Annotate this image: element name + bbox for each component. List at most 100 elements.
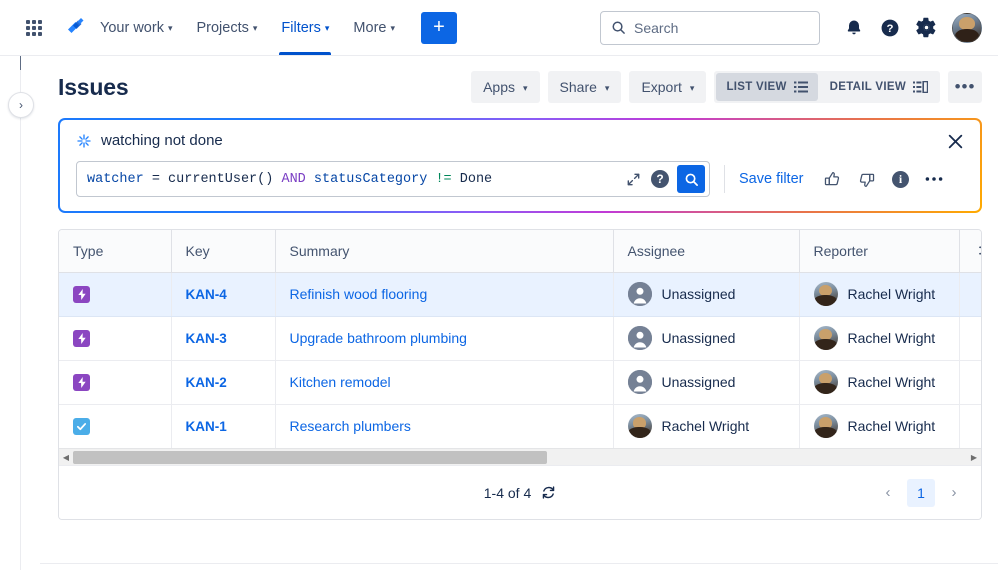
assignee-name: Unassigned: [662, 286, 736, 302]
global-search-box[interactable]: Search: [600, 11, 820, 45]
search-icon: [684, 172, 699, 187]
issue-key-link[interactable]: KAN-3: [186, 331, 227, 346]
column-header-reporter[interactable]: Reporter: [799, 230, 959, 272]
column-header-type[interactable]: Type: [59, 230, 171, 272]
refresh-button[interactable]: [541, 485, 556, 500]
view-toggle-group: LIST VIEW DETAIL VIEW: [714, 71, 940, 103]
bottom-divider: [40, 563, 998, 564]
nav-item-projects[interactable]: Projects ▾: [186, 1, 267, 55]
issue-summary-link[interactable]: Refinish wood flooring: [290, 286, 428, 302]
chevron-down-icon: ▾: [690, 84, 695, 93]
table-row[interactable]: KAN-1 Research plumbers Rachel Wright: [59, 404, 982, 448]
chevron-down-icon: ▾: [253, 24, 258, 33]
jira-logo-icon[interactable]: [62, 15, 88, 41]
cell-assignee: Unassigned: [613, 316, 799, 360]
expand-sidebar-button[interactable]: ›: [8, 92, 34, 118]
table-row[interactable]: KAN-4 Refinish wood flooring Unassigned: [59, 272, 982, 316]
reporter-person: Rachel Wright: [814, 326, 945, 350]
chevron-down-icon: ▾: [523, 84, 528, 93]
previous-page-button[interactable]: ‹: [875, 480, 901, 506]
issue-summary-link[interactable]: Research plumbers: [290, 418, 411, 434]
jql-query-input[interactable]: watcher = currentUser() AND statusCatego…: [87, 172, 615, 187]
epic-bolt-icon: [73, 330, 90, 347]
expand-diagonal-icon: [627, 173, 640, 186]
column-header-summary[interactable]: Summary: [275, 230, 613, 272]
pagination-nav: ‹ 1 ›: [875, 479, 967, 507]
user-avatar[interactable]: [952, 13, 982, 43]
column-settings-icon: [974, 241, 983, 260]
nav-item-your-work[interactable]: Your work ▾: [90, 1, 182, 55]
cell-key: KAN-3: [171, 316, 275, 360]
help-question-icon[interactable]: ?: [874, 12, 906, 44]
assignee-person: Unassigned: [628, 326, 785, 350]
thumbs-up-icon: [823, 170, 842, 189]
export-button[interactable]: Export ▾: [629, 71, 706, 103]
issues-table-container: Type Key Summary Assignee Reporter: [58, 229, 982, 520]
column-header-config[interactable]: [959, 230, 982, 272]
column-header-assignee[interactable]: Assignee: [613, 230, 799, 272]
scrollbar-thumb[interactable]: [73, 451, 547, 464]
jql-token-value: Done: [460, 172, 492, 187]
scrollbar-track[interactable]: [73, 449, 967, 466]
list-view-toggle[interactable]: LIST VIEW: [716, 73, 817, 101]
blank-user-avatar: [628, 370, 652, 394]
thumbs-up-button[interactable]: [817, 164, 847, 194]
apps-button[interactable]: Apps ▾: [471, 71, 539, 103]
assignee-person: Rachel Wright: [628, 414, 785, 438]
cell-assignee: Unassigned: [613, 360, 799, 404]
page-more-actions-button[interactable]: •••: [948, 71, 982, 103]
task-check-icon: [73, 418, 90, 435]
cell-type: [59, 404, 171, 448]
assignee-person: Unassigned: [628, 282, 785, 306]
jql-search-button[interactable]: [677, 165, 705, 193]
results-count-label: 1-4 of 4: [484, 485, 531, 501]
share-button[interactable]: Share ▾: [548, 71, 622, 103]
jql-query-box[interactable]: watcher = currentUser() AND statusCatego…: [76, 161, 710, 197]
page-number-1[interactable]: 1: [907, 479, 935, 507]
save-filter-button[interactable]: Save filter: [739, 171, 803, 187]
create-issue-button[interactable]: +: [421, 12, 457, 44]
jql-help-button[interactable]: ?: [651, 170, 669, 188]
chevron-down-icon: ▾: [390, 24, 395, 33]
jql-row: watcher = currentUser() AND statusCatego…: [76, 161, 966, 197]
issue-summary-link[interactable]: Kitchen remodel: [290, 374, 391, 390]
blank-user-avatar: [628, 326, 652, 350]
list-view-label: LIST VIEW: [726, 81, 786, 93]
app-switcher-button[interactable]: [18, 12, 50, 44]
filter-panel: watching not done watcher = currentUser(…: [60, 120, 980, 211]
table-row[interactable]: KAN-2 Kitchen remodel Unassigned: [59, 360, 982, 404]
scroll-left-arrow[interactable]: ◀: [59, 449, 73, 466]
sparkle-icon: [76, 133, 92, 149]
cell-assignee: Rachel Wright: [613, 404, 799, 448]
sidebar-rail-marker: [20, 56, 21, 70]
search-input[interactable]: Search: [634, 20, 678, 36]
table-row[interactable]: KAN-3 Upgrade bathroom plumbing Unassign…: [59, 316, 982, 360]
refresh-icon: [541, 485, 556, 500]
nav-item-filters[interactable]: Filters ▾: [271, 1, 339, 55]
issue-key-link[interactable]: KAN-1: [186, 419, 227, 434]
column-header-key[interactable]: Key: [171, 230, 275, 272]
nav-item-more[interactable]: More ▾: [343, 1, 405, 55]
rachel-wright-avatar: [814, 326, 838, 350]
issue-key-link[interactable]: KAN-4: [186, 287, 227, 302]
close-filter-button[interactable]: [942, 128, 968, 154]
next-page-button[interactable]: ›: [941, 480, 967, 506]
detail-view-toggle[interactable]: DETAIL VIEW: [820, 73, 938, 101]
horizontal-scrollbar[interactable]: ◀ ▶: [59, 448, 981, 465]
issue-summary-link[interactable]: Upgrade bathroom plumbing: [290, 330, 467, 346]
search-icon: [611, 20, 626, 35]
list-view-icon: [794, 81, 808, 93]
settings-gear-icon[interactable]: [910, 12, 942, 44]
expand-jql-button[interactable]: [621, 167, 645, 191]
pagination-bar: 1-4 of 4 ‹ 1 ›: [59, 465, 981, 519]
chevron-down-icon: ▾: [605, 84, 610, 93]
grid-apps-icon: [26, 20, 42, 36]
issue-key-link[interactable]: KAN-2: [186, 375, 227, 390]
filter-more-actions-button[interactable]: [919, 164, 949, 194]
jql-token-field-2: statusCategory: [314, 172, 427, 187]
filter-info-button[interactable]: i: [885, 164, 915, 194]
scroll-right-arrow[interactable]: ▶: [967, 449, 981, 466]
assignee-name: Rachel Wright: [662, 418, 750, 434]
notifications-bell-icon[interactable]: [838, 12, 870, 44]
thumbs-down-button[interactable]: [851, 164, 881, 194]
